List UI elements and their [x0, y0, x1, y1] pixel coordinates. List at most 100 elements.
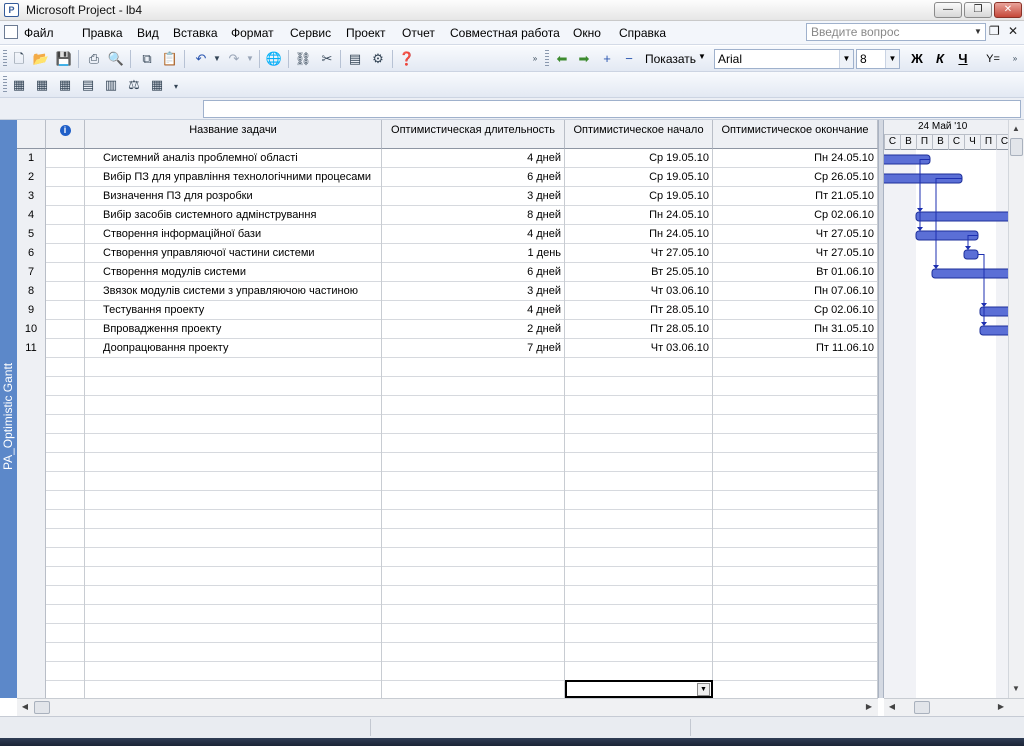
- indicator-cell[interactable]: [46, 548, 85, 567]
- row-number[interactable]: 2: [17, 168, 46, 187]
- row-number[interactable]: [17, 567, 46, 586]
- maximize-button[interactable]: ❐: [964, 2, 992, 18]
- row-number[interactable]: 7: [17, 263, 46, 282]
- task-name-cell[interactable]: Тестування проекту: [85, 301, 382, 320]
- finish-cell[interactable]: [713, 624, 878, 643]
- menu-edit[interactable]: Правка: [82, 26, 123, 40]
- row-number[interactable]: 8: [17, 282, 46, 301]
- row-number[interactable]: 9: [17, 301, 46, 320]
- table-scroll-right-icon[interactable]: ▶: [862, 700, 876, 714]
- table-row[interactable]: [17, 358, 878, 377]
- indicator-cell[interactable]: [46, 320, 85, 339]
- indicator-cell[interactable]: [46, 301, 85, 320]
- gantt-bar[interactable]: [931, 268, 1008, 279]
- task-name-cell[interactable]: Доопрацювання проекту: [85, 339, 382, 358]
- indicator-cell[interactable]: [46, 624, 85, 643]
- close-button[interactable]: ✕: [994, 2, 1022, 18]
- start-cell[interactable]: [565, 586, 713, 605]
- task-name-cell[interactable]: [85, 491, 382, 510]
- task-name-cell[interactable]: [85, 643, 382, 662]
- task-name-cell[interactable]: Створення управляючої частини системи: [85, 244, 382, 263]
- duration-cell[interactable]: [382, 415, 565, 434]
- tracking-gantt-icon[interactable]: ▦: [33, 76, 51, 94]
- duration-cell[interactable]: [382, 491, 565, 510]
- task-name-cell[interactable]: [85, 396, 382, 415]
- app-icon[interactable]: P: [4, 3, 19, 17]
- table-row[interactable]: 2 Вибір ПЗ для управління технологічними …: [17, 168, 878, 187]
- task-name-cell[interactable]: [85, 624, 382, 643]
- indicator-cell[interactable]: [46, 472, 85, 491]
- italic-button[interactable]: К: [931, 50, 949, 68]
- gantt-scroll-right-icon[interactable]: ▶: [994, 700, 1008, 714]
- menu-insert[interactable]: Вставка: [173, 26, 218, 40]
- table-row[interactable]: [17, 586, 878, 605]
- finish-cell[interactable]: [713, 396, 878, 415]
- duration-cell[interactable]: 3 дней: [382, 282, 565, 301]
- unlink-tasks-icon[interactable]: ✂: [318, 50, 336, 68]
- show-dropdown-icon[interactable]: ▼: [698, 52, 706, 61]
- finish-cell[interactable]: [713, 491, 878, 510]
- gantt-bar[interactable]: [963, 249, 979, 260]
- finish-cell[interactable]: [713, 377, 878, 396]
- table-row[interactable]: 1 Системний аналіз проблемної області 4 дн…: [17, 149, 878, 168]
- duration-cell[interactable]: [382, 377, 565, 396]
- start-cell[interactable]: Пн 24.05.10: [565, 225, 713, 244]
- start-cell[interactable]: Чт 03.06.10: [565, 339, 713, 358]
- scroll-down-icon[interactable]: ▼: [1009, 682, 1023, 696]
- indicator-cell[interactable]: [46, 396, 85, 415]
- indicator-cell[interactable]: [46, 681, 85, 698]
- print-preview-icon[interactable]: 🔍: [107, 50, 125, 68]
- row-number[interactable]: [17, 358, 46, 377]
- copy-icon[interactable]: ⧉: [138, 50, 156, 68]
- row-number[interactable]: 6: [17, 244, 46, 263]
- indicator-cell[interactable]: [46, 225, 85, 244]
- task-usage-icon[interactable]: ▥: [102, 76, 120, 94]
- duration-cell[interactable]: [382, 396, 565, 415]
- task-info-icon[interactable]: ▤: [346, 50, 364, 68]
- duration-cell[interactable]: 2 дней: [382, 320, 565, 339]
- help-question-input[interactable]: Введите вопрос: [806, 23, 986, 41]
- table-row[interactable]: [17, 453, 878, 472]
- duration-cell[interactable]: [382, 548, 565, 567]
- row-number[interactable]: [17, 624, 46, 643]
- indicators-header[interactable]: i: [46, 120, 85, 149]
- menu-collaborate[interactable]: Совместная работа: [450, 26, 560, 40]
- gantt-bar[interactable]: [979, 325, 1008, 336]
- start-cell[interactable]: [565, 377, 713, 396]
- doc-restore-button[interactable]: ❐: [989, 24, 1000, 38]
- duration-cell[interactable]: 6 дней: [382, 168, 565, 187]
- finish-cell[interactable]: Пн 31.05.10: [713, 320, 878, 339]
- task-name-cell[interactable]: [85, 662, 382, 681]
- finish-cell[interactable]: [713, 529, 878, 548]
- filter-button[interactable]: Y=: [980, 50, 1006, 68]
- indicator-cell[interactable]: [46, 149, 85, 168]
- underline-button[interactable]: Ч: [954, 50, 972, 68]
- menu-report[interactable]: Отчет: [402, 26, 435, 40]
- vertical-scroll-thumb[interactable]: [1010, 138, 1023, 156]
- start-cell[interactable]: Пн 24.05.10: [565, 206, 713, 225]
- table-row[interactable]: [17, 491, 878, 510]
- table-scroll-left-icon[interactable]: ◀: [18, 700, 32, 714]
- finish-cell[interactable]: [713, 415, 878, 434]
- toolbar-grip-3[interactable]: [3, 76, 7, 94]
- indicator-cell[interactable]: [46, 263, 85, 282]
- start-cell[interactable]: [565, 415, 713, 434]
- menu-project[interactable]: Проект: [346, 26, 386, 40]
- font-name-select[interactable]: Arial ▼: [714, 49, 854, 69]
- row-number[interactable]: [17, 434, 46, 453]
- start-cell[interactable]: Ср 19.05.10: [565, 168, 713, 187]
- duration-cell[interactable]: [382, 681, 565, 698]
- row-number[interactable]: [17, 605, 46, 624]
- cell-dropdown-icon[interactable]: ▼: [697, 683, 710, 696]
- finish-cell[interactable]: [713, 643, 878, 662]
- table-row[interactable]: [17, 377, 878, 396]
- table-row[interactable]: 9 Тестування проекту 4 дней Пт 28.05.10 Ср 0…: [17, 301, 878, 320]
- start-cell[interactable]: Вт 25.05.10: [565, 263, 713, 282]
- gantt-horizontal-scrollbar[interactable]: ◀ ▶: [884, 698, 1024, 716]
- indicator-cell[interactable]: [46, 434, 85, 453]
- print-icon[interactable]: ⎙: [85, 50, 103, 68]
- calendar-view-icon[interactable]: ▤: [79, 76, 97, 94]
- task-name-cell[interactable]: Звязок модулів системи з управляючою час…: [85, 282, 382, 301]
- finish-column-header[interactable]: Оптимистическое окончание: [713, 120, 878, 149]
- finish-cell[interactable]: [713, 510, 878, 529]
